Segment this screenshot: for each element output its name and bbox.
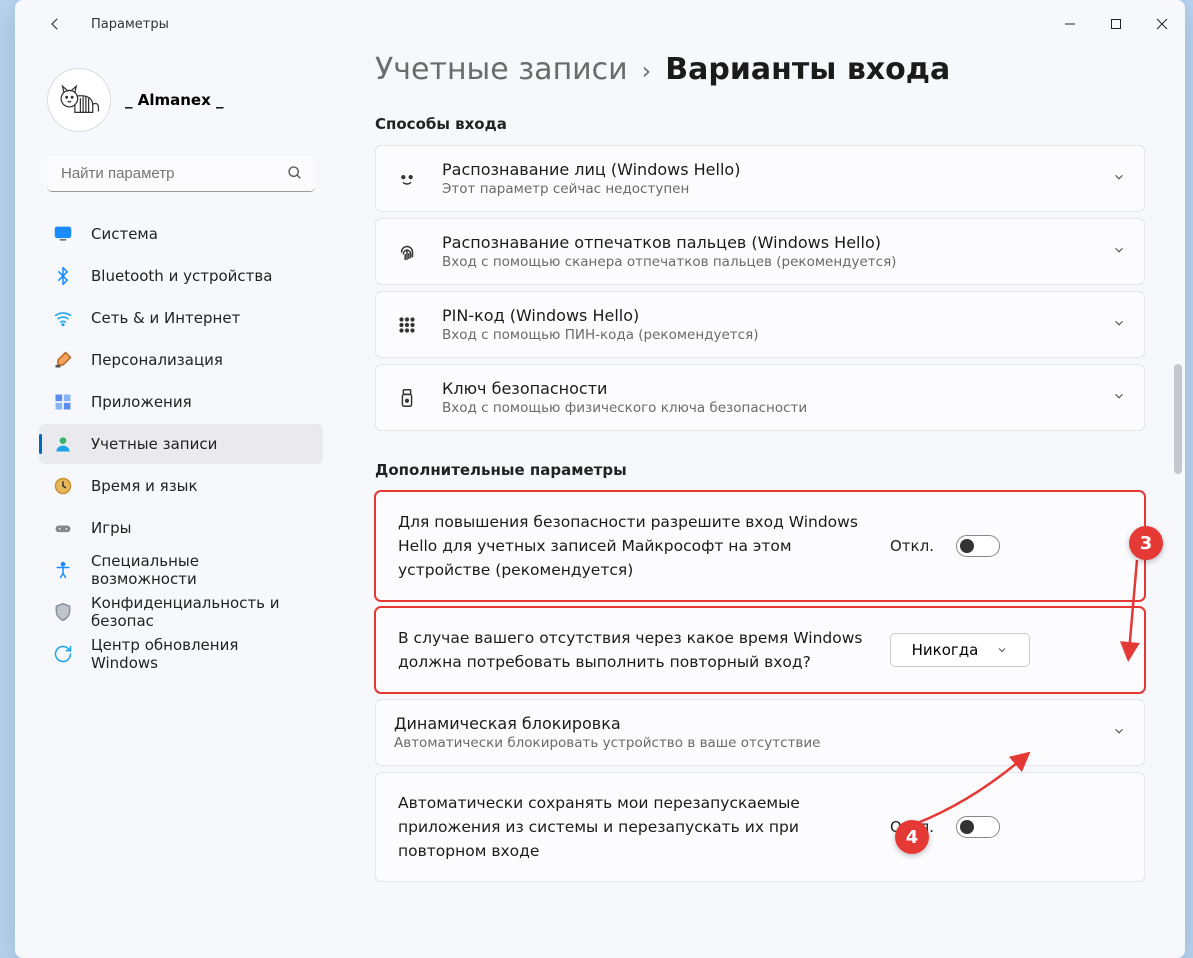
shield-icon [53, 602, 73, 622]
section-heading-additional: Дополнительные параметры [375, 461, 1145, 479]
sidebar-item-label: Система [91, 225, 158, 243]
gamepad-icon [53, 518, 73, 538]
card-pin-subtitle: Вход с помощью ПИН-кода (рекомендуется) [442, 327, 1090, 343]
card-dynamic-lock-subtitle: Автоматически блокировать устройство в в… [394, 735, 1090, 751]
setting-relogin: В случае вашего отсутствия через какое в… [375, 607, 1145, 693]
annotation-badge-3: 3 [1129, 526, 1163, 560]
breadcrumb-current: Варианты входа [665, 52, 950, 87]
sidebar-item-time[interactable]: Время и язык [39, 466, 323, 506]
setting-hello-only: Для повышения безопасности разрешите вхо… [375, 491, 1145, 601]
section-heading-signin: Способы входа [375, 115, 1145, 133]
cat-avatar-icon [57, 82, 101, 118]
sidebar-item-personalization[interactable]: Персонализация [39, 340, 323, 380]
sidebar-item-update[interactable]: Центр обновления Windows [39, 634, 323, 674]
sidebar-item-label: Bluetooth и устройства [91, 267, 272, 285]
maximize-button[interactable] [1093, 8, 1139, 40]
chevron-down-icon [1112, 315, 1126, 334]
settings-window: Параметры [15, 0, 1185, 958]
card-face-subtitle: Этот параметр сейчас недоступен [442, 181, 1090, 197]
card-fingerprint[interactable]: Распознавание отпечатков пальцев (Window… [375, 218, 1145, 285]
setting-relogin-value: Никогда [912, 641, 979, 659]
usb-key-icon [394, 387, 420, 409]
setting-relogin-text: В случае вашего отсутствия через какое в… [398, 626, 868, 674]
sidebar-item-accessibility[interactable]: Специальные возможности [39, 550, 323, 590]
chevron-down-icon [1112, 169, 1126, 188]
accessibility-icon [53, 560, 73, 580]
breadcrumb: Учетные записи › Варианты входа [375, 52, 1145, 87]
nav: Система Bluetooth и устройства Сеть & и Ин… [39, 214, 323, 958]
card-seckey-title: Ключ безопасности [442, 379, 1090, 398]
chevron-down-icon [1112, 242, 1126, 261]
profile-block[interactable]: _ Almanex _ [39, 48, 323, 156]
breadcrumb-sep: › [642, 57, 652, 85]
username: _ Almanex _ [125, 91, 223, 109]
setting-hello-only-toggle[interactable] [956, 535, 1000, 557]
sidebar-item-label: Сеть & и Интернет [91, 309, 240, 327]
card-dynamic-lock[interactable]: Динамическая блокировка Автоматически бл… [375, 699, 1145, 766]
chevron-down-icon [1112, 388, 1126, 407]
sidebar-item-label: Время и язык [91, 477, 198, 495]
sidebar-item-network[interactable]: Сеть & и Интернет [39, 298, 323, 338]
annotation-badge-4: 4 [895, 820, 929, 854]
sidebar-item-label: Персонализация [91, 351, 223, 369]
avatar [47, 68, 111, 132]
back-button[interactable] [35, 4, 75, 44]
brush-icon [53, 350, 73, 370]
sidebar-item-accounts[interactable]: Учетные записи [39, 424, 323, 464]
titlebar: Параметры [15, 0, 1185, 48]
wifi-icon [53, 308, 73, 328]
chevron-down-icon [1112, 723, 1126, 742]
sidebar-item-label: Специальные возможности [91, 552, 309, 588]
setting-hello-only-state: Откл. [890, 537, 934, 555]
clock-icon [53, 476, 73, 496]
card-seckey-subtitle: Вход с помощью физического ключа безопас… [442, 400, 1090, 416]
sidebar-item-privacy[interactable]: Конфиденциальность и безопас [39, 592, 323, 632]
fingerprint-icon [394, 241, 420, 263]
sidebar-item-label: Учетные записи [91, 435, 217, 453]
card-pin[interactable]: PIN-код (Windows Hello) Вход с помощью П… [375, 291, 1145, 358]
sidebar-item-bluetooth[interactable]: Bluetooth и устройства [39, 256, 323, 296]
setting-hello-only-text: Для повышения безопасности разрешите вхо… [398, 510, 868, 582]
sidebar-item-gaming[interactable]: Игры [39, 508, 323, 548]
person-icon [53, 434, 73, 454]
search-icon [287, 165, 303, 185]
sidebar-item-label: Конфиденциальность и безопас [91, 594, 309, 630]
setting-restart-apps: Автоматически сохранять мои перезапускае… [375, 772, 1145, 882]
card-fingerprint-subtitle: Вход с помощью сканера отпечатков пальце… [442, 254, 1090, 270]
monitor-icon [53, 224, 73, 244]
card-face-title: Распознавание лиц (Windows Hello) [442, 160, 1090, 179]
sidebar-item-apps[interactable]: Приложения [39, 382, 323, 422]
window-controls [1047, 8, 1185, 40]
main-panel: Учетные записи › Варианты входа Способы … [335, 48, 1185, 958]
search-box [47, 156, 315, 192]
sidebar-item-label: Игры [91, 519, 131, 537]
card-face[interactable]: Распознавание лиц (Windows Hello) Этот п… [375, 145, 1145, 212]
update-icon [53, 644, 73, 664]
scrollbar-thumb[interactable] [1174, 364, 1182, 474]
apps-icon [53, 392, 73, 412]
breadcrumb-parent[interactable]: Учетные записи [375, 52, 628, 87]
bluetooth-icon [53, 266, 73, 286]
sidebar-item-system[interactable]: Система [39, 214, 323, 254]
scrollbar[interactable] [1173, 4, 1183, 954]
card-seckey[interactable]: Ключ безопасности Вход с помощью физичес… [375, 364, 1145, 431]
window-title: Параметры [91, 17, 169, 32]
sidebar-item-label: Приложения [91, 393, 192, 411]
card-fingerprint-title: Распознавание отпечатков пальцев (Window… [442, 233, 1090, 252]
setting-relogin-dropdown[interactable]: Никогда [890, 633, 1030, 667]
face-icon [394, 168, 420, 190]
search-input[interactable] [47, 156, 315, 192]
card-pin-title: PIN-код (Windows Hello) [442, 306, 1090, 325]
keypad-icon [394, 314, 420, 336]
sidebar: _ Almanex _ Система Bluetooth и устройств… [15, 48, 335, 958]
sidebar-item-label: Центр обновления Windows [91, 636, 309, 672]
card-dynamic-lock-title: Динамическая блокировка [394, 714, 1090, 733]
setting-restart-apps-text: Автоматически сохранять мои перезапускае… [398, 791, 868, 863]
minimize-button[interactable] [1047, 8, 1093, 40]
chevron-down-icon [996, 644, 1008, 656]
setting-restart-apps-toggle[interactable] [956, 816, 1000, 838]
